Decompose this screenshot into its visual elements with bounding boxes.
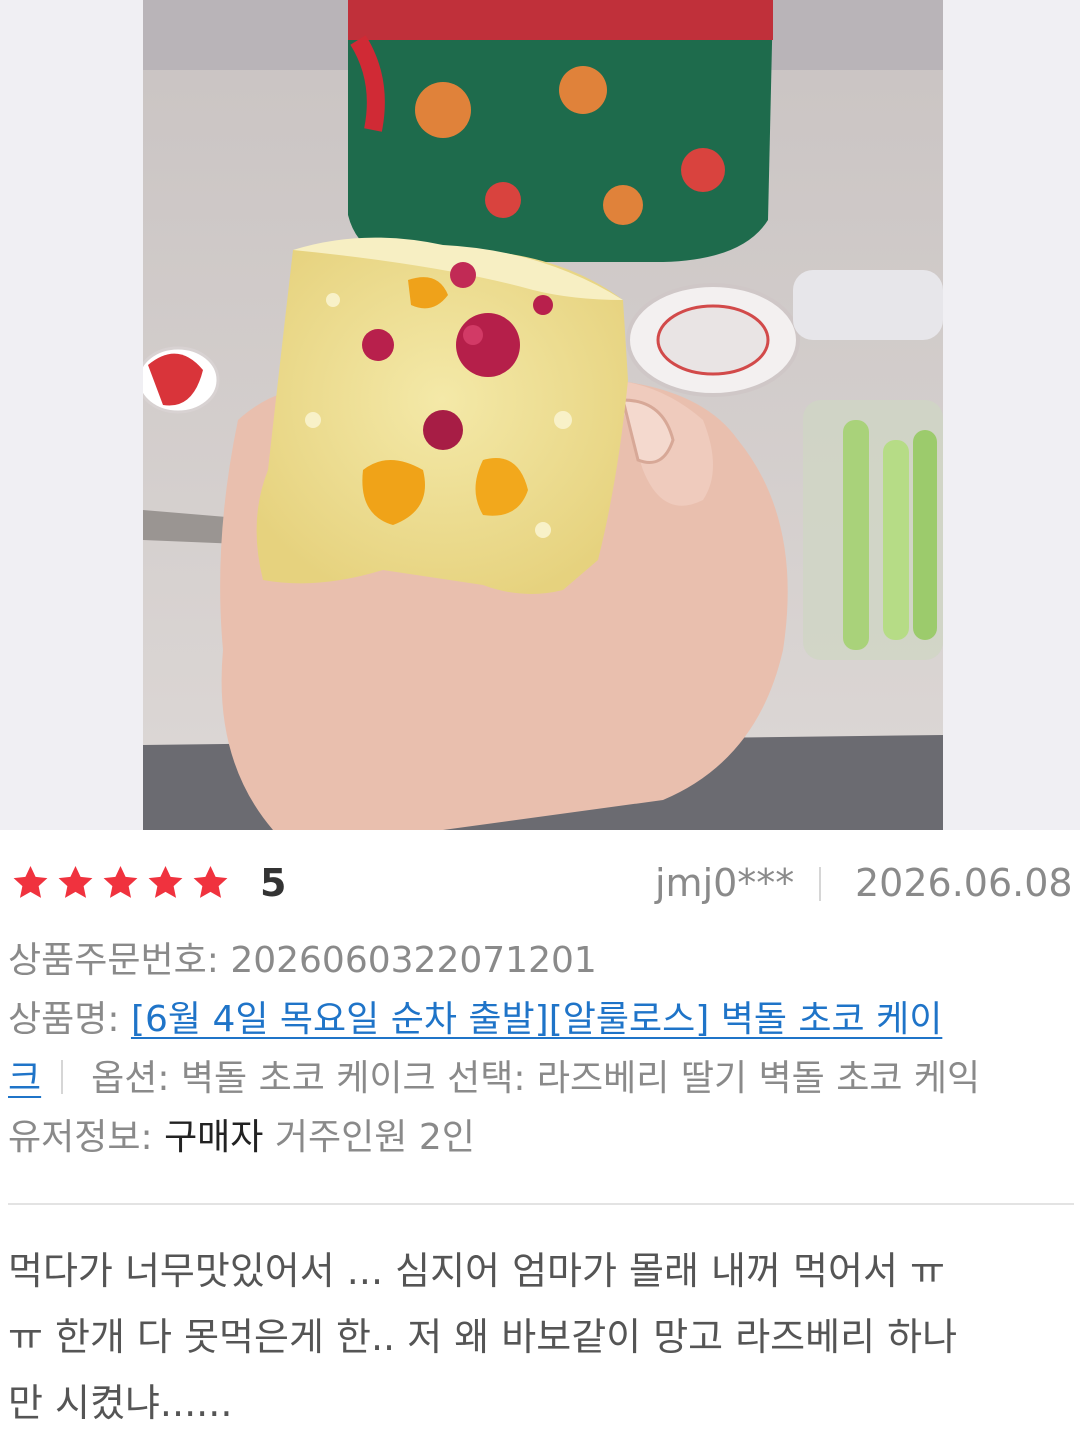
review-text-line: 먹다가 너무맛있어서 ... 심지어 엄마가 몰래 내꺼 먹어서 ㅠ — [8, 1249, 945, 1293]
rating-value: 5 — [260, 861, 287, 905]
product-option: 옵션: 벽돌 초코 케이크 선택: 라즈베리 딸기 벽돌 초코 케익 — [91, 1058, 981, 1099]
star-icon — [13, 866, 48, 898]
star-icon — [58, 866, 93, 898]
star-icon — [103, 866, 138, 898]
product-name-row: 상품명: [6월 4일 목요일 순차 출발][알룰로스] 벽돌 초코 케이 — [8, 994, 942, 1046]
meta-divider — [819, 867, 821, 901]
section-divider — [8, 1203, 1074, 1205]
review-text-line: ㅠ 한개 다 못먹은게 한.. 저 왜 바보같이 망고 라즈베리 하나 — [8, 1315, 958, 1359]
product-name-link-continued[interactable]: 크 — [8, 1058, 41, 1099]
review-body: 먹다가 너무맛있어서 ... 심지어 엄마가 몰래 내꺼 먹어서 ㅠ ㅠ 한개 … — [8, 1238, 1070, 1436]
order-number-label: 상품주문번호: — [8, 940, 219, 981]
user-info-label: 유저정보: — [8, 1117, 153, 1158]
reviewer-id: jmj0*** — [655, 861, 795, 905]
star-rating — [8, 863, 233, 903]
review-page: 5 jmj0*** 2026.06.08 상품주문번호: 20260603220… — [0, 0, 1080, 1441]
review-photo[interactable] — [143, 0, 943, 830]
user-info-detail: 거주인원 2인 — [274, 1117, 475, 1158]
review-text-line: 만 시켰냐...... — [8, 1381, 233, 1425]
review-header: 5 jmj0*** 2026.06.08 — [0, 855, 1080, 915]
product-name-link[interactable]: [6월 4일 목요일 순차 출발][알룰로스] 벽돌 초코 케이 — [131, 999, 942, 1040]
product-name-label: 상품명: — [8, 999, 120, 1040]
order-number-row: 상품주문번호: 2026060322071201 — [8, 935, 597, 987]
option-divider — [61, 1060, 64, 1094]
user-info-role: 구매자 — [164, 1117, 264, 1158]
order-number: 2026060322071201 — [230, 940, 597, 981]
star-icon — [148, 866, 183, 898]
review-date: 2026.06.08 — [855, 861, 1073, 905]
user-info-row: 유저정보: 구매자 거주인원 2인 — [8, 1112, 475, 1164]
star-icon — [193, 866, 228, 898]
product-option-row: 크 옵션: 벽돌 초코 케이크 선택: 라즈베리 딸기 벽돌 초코 케익 — [8, 1053, 980, 1105]
review-photo-area — [0, 0, 1080, 830]
